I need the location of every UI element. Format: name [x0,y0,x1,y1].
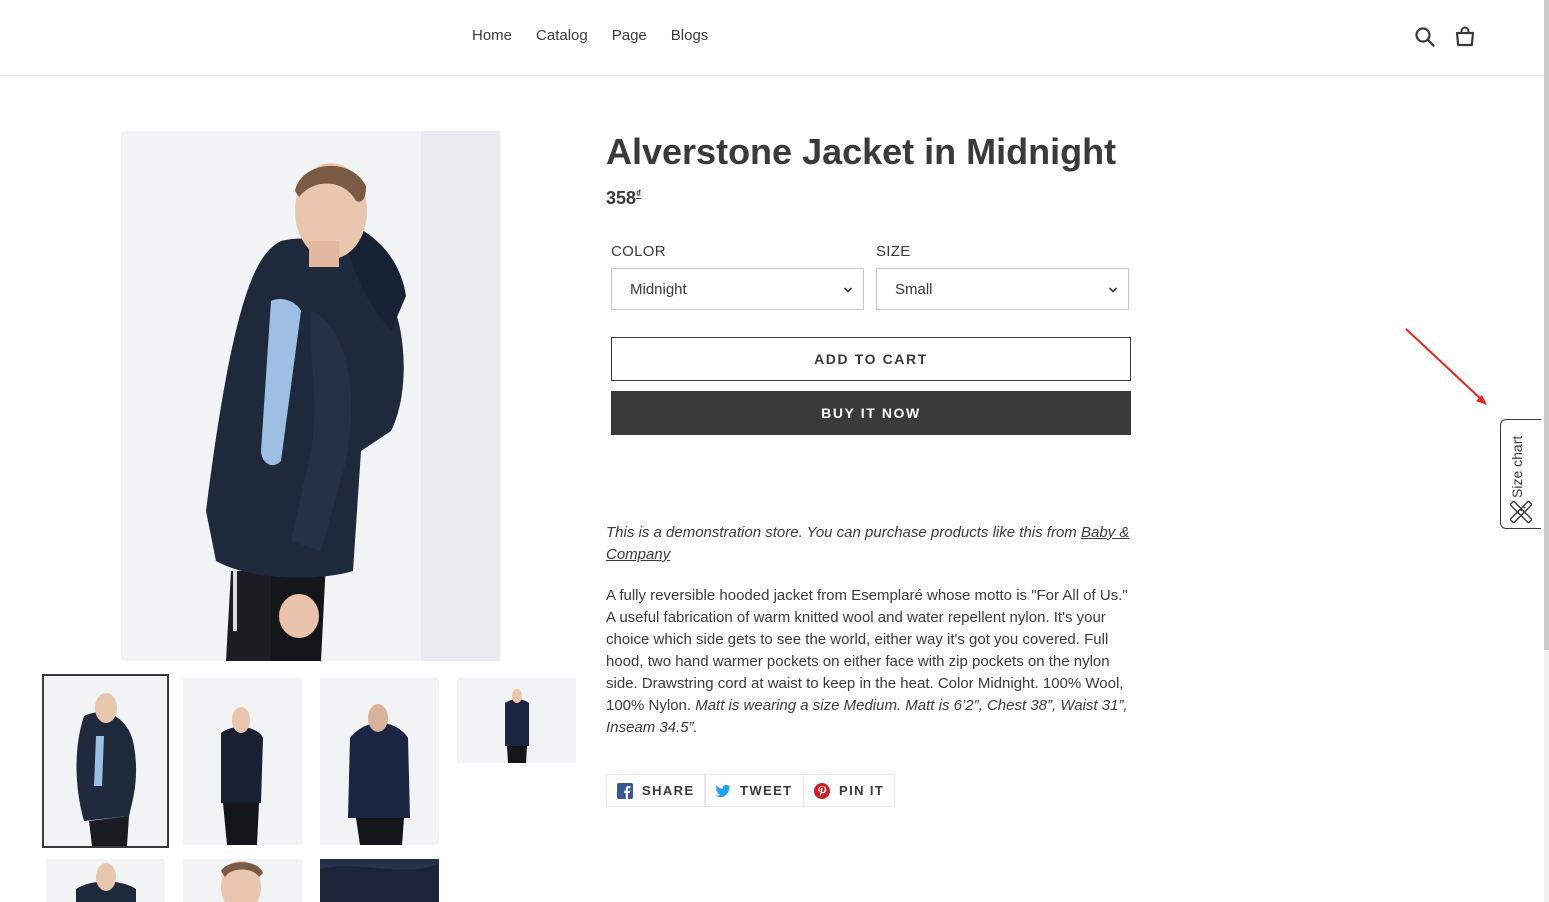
product-thumbnail-4[interactable] [457,678,576,763]
product-price: 358₫ [606,183,641,210]
nav-home[interactable]: Home [460,26,524,46]
search-icon[interactable] [1413,25,1437,49]
share-pinterest-button[interactable]: PIN IT [803,774,896,807]
twitter-icon [715,784,731,797]
share-facebook-label: SHARE [642,783,695,798]
annotation-arrow [1405,328,1487,405]
product-thumbnail-7[interactable] [320,859,439,902]
cart-icon[interactable] [1453,25,1477,49]
site-header: Home Catalog Page Blogs [0,0,1544,76]
product-thumbnail-2[interactable] [183,678,302,845]
demo-store-notice: This is a demonstration store. You can p… [606,522,1136,566]
size-select-value: Small [895,281,933,298]
product-thumbnail-5[interactable] [46,859,165,902]
buy-it-now-button[interactable]: BUY IT NOW [611,391,1131,435]
share-twitter-label: TWEET [740,783,793,798]
nav-page[interactable]: Page [600,26,659,46]
demo-notice-text: This is a demonstration store. You can p… [606,524,1081,541]
color-select-value: Midnight [630,281,687,298]
ruler-pencil-icon [1510,501,1532,523]
share-facebook-button[interactable]: SHARE [606,774,706,807]
size-label: SIZE [876,243,911,260]
page-scrollbar[interactable] [1544,0,1549,902]
scrollbar-thumb[interactable] [1544,0,1549,650]
chevron-down-icon [1108,287,1118,293]
add-to-cart-button[interactable]: ADD TO CART [611,337,1131,381]
size-chart-label: Size chart [1509,435,1525,499]
chevron-down-icon [843,287,853,293]
main-nav: Home Catalog Page Blogs [460,26,720,46]
description-text: A fully reversible hooded jacket from Es… [606,587,1128,714]
product-description: A fully reversible hooded jacket from Es… [606,585,1136,739]
product-thumbnail-6[interactable] [183,859,302,902]
share-pinterest-label: PIN IT [839,783,885,798]
facebook-icon [617,782,633,799]
product-thumbnail-1[interactable] [42,674,169,848]
nav-blogs[interactable]: Blogs [659,26,721,46]
product-title: Alverstone Jacket in Midnight [606,131,1117,172]
nav-catalog[interactable]: Catalog [524,26,600,46]
size-chart-tab[interactable]: Size chart [1500,419,1541,529]
share-twitter-button[interactable]: TWEET [704,774,804,807]
size-select[interactable]: Small [876,268,1129,310]
color-label: COLOR [611,243,666,260]
color-select[interactable]: Midnight [611,268,864,310]
product-thumbnail-3[interactable] [320,678,439,845]
pinterest-icon [814,782,830,799]
price-amount: 358 [606,188,637,208]
product-main-image [121,131,500,661]
currency-symbol: ₫ [636,189,642,200]
